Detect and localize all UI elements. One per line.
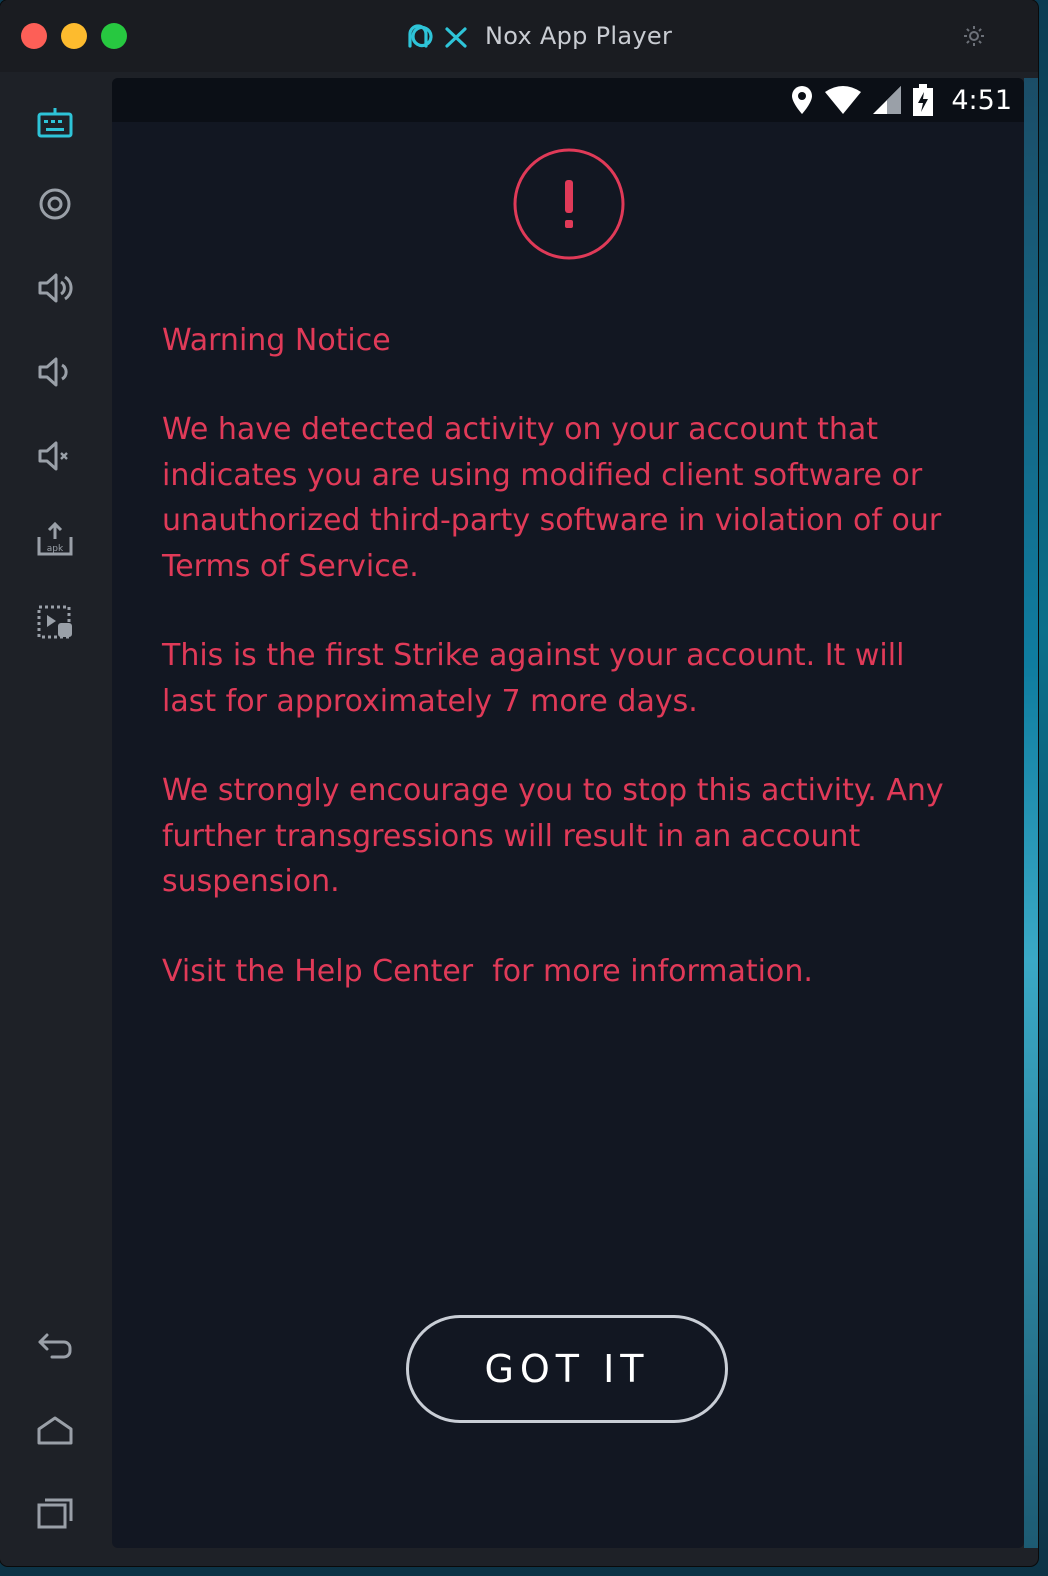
mute-icon <box>38 441 68 471</box>
emulator-sidebar: apk <box>0 72 106 1566</box>
maximize-window-button[interactable] <box>101 23 127 49</box>
back-icon <box>38 1333 72 1359</box>
volume-down-button[interactable] <box>30 347 80 397</box>
screen-record-icon <box>37 605 72 639</box>
home-icon <box>37 1416 73 1445</box>
back-button[interactable] <box>30 1321 80 1371</box>
warning-paragraph-detection: We have detected activity on your accoun… <box>162 412 942 584</box>
title-bar[interactable]: Nox App Player <box>0 0 1038 72</box>
keyboard-icon <box>37 108 73 138</box>
app-window: Nox App Player apk 4:51 Warning Notice W… <box>0 0 1038 1566</box>
home-button[interactable] <box>30 1405 80 1455</box>
apk-install-button[interactable]: apk <box>30 515 80 565</box>
volume-up-icon <box>38 273 73 303</box>
warning-alert-icon <box>513 148 625 260</box>
status-icons: 4:51 <box>791 82 1012 118</box>
android-status-bar: 4:51 <box>112 78 1024 122</box>
warning-paragraph-strike: This is the first Strike against your ac… <box>162 638 905 719</box>
window-title: Nox App Player <box>485 22 673 50</box>
mute-button[interactable] <box>30 431 80 481</box>
screen-record-button[interactable] <box>30 597 80 647</box>
close-window-button[interactable] <box>21 23 47 49</box>
svg-text:apk: apk <box>47 544 64 554</box>
nox-logo-icon <box>408 24 467 48</box>
window-title-group: Nox App Player <box>407 18 672 54</box>
wifi-icon <box>825 86 862 114</box>
volume-up-button[interactable] <box>30 263 80 313</box>
location-icon <box>39 188 71 220</box>
recent-apps-icon <box>37 1498 73 1529</box>
minimize-window-button[interactable] <box>61 23 87 49</box>
warning-paragraph-encourage: We strongly encourage you to stop this a… <box>162 773 944 899</box>
recent-apps-button[interactable] <box>30 1487 80 1537</box>
warning-paragraph-help-center[interactable]: Visit the Help Center for more informati… <box>162 949 962 995</box>
warning-title: Warning Notice <box>162 323 391 358</box>
location-pin-icon <box>792 86 813 114</box>
volume-down-icon <box>38 357 68 387</box>
keyboard-button[interactable] <box>30 99 80 149</box>
status-time: 4:51 <box>951 84 1012 116</box>
settings-gear-icon[interactable] <box>962 24 986 48</box>
battery-charging-icon <box>913 84 934 116</box>
location-button[interactable] <box>30 179 80 229</box>
apk-install-icon: apk <box>37 521 73 556</box>
desktop-background-strip <box>1024 78 1038 1548</box>
cell-signal-icon <box>873 86 902 114</box>
got-it-button[interactable]: GOT IT <box>406 1315 728 1423</box>
warning-message: Warning Notice We have detected activity… <box>162 318 962 1038</box>
android-screen: 4:51 Warning Notice We have detected act… <box>112 78 1024 1548</box>
